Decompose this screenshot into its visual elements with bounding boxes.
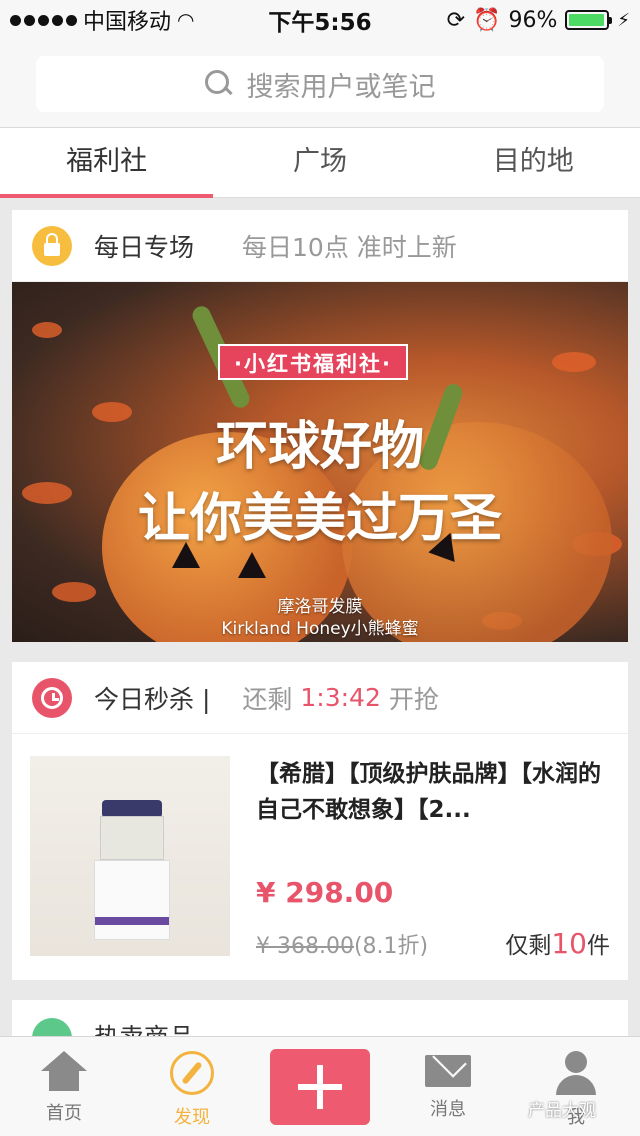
stock-remaining: 仅剩10件 [505, 926, 610, 960]
nav-home-label: 首页 [46, 1103, 82, 1124]
banner-headline-2: 让你美美过万圣 [137, 489, 502, 549]
add-post-button[interactable] [270, 1049, 370, 1125]
nav-me[interactable]: 我 [512, 1037, 640, 1136]
search-placeholder: 搜索用户或笔记 [246, 71, 436, 103]
nav-home[interactable]: 首页 [0, 1037, 128, 1136]
signal-icon [10, 14, 77, 26]
bottom-nav: 首页 发现 消息 我 [0, 1036, 640, 1136]
product-info: 【希腊】【顶级护肤品牌】【水润的自己不敢想象】【2... ¥ 298.00 ¥ … [230, 756, 610, 960]
search-bar-container: 搜索用户或笔记 [0, 40, 640, 128]
tab-square[interactable]: 广场 [213, 128, 426, 197]
nav-messages-label: 消息 [430, 1099, 466, 1120]
user-icon [554, 1051, 598, 1095]
discount-label: (8.1折) [353, 934, 429, 959]
battery-icon [565, 10, 613, 30]
flash-sale-header[interactable]: 今日秒杀 | 还剩 1:3:42 开抢 [12, 662, 628, 734]
flash-sale-title: 今日秒杀 | [94, 684, 211, 714]
stock-suffix: 件 [587, 933, 610, 959]
tab-destination[interactable]: 目的地 [427, 128, 640, 197]
status-right: ⟳ ⏰ 96% ⚡ [400, 8, 630, 33]
price-row: ¥ 368.00 (8.1折) 仅剩10件 [256, 926, 610, 960]
top-tabs: 福利社 广场 目的地 [0, 128, 640, 198]
search-icon [204, 70, 233, 98]
status-left: 中国移动 ◠ [10, 4, 240, 36]
daily-special-subtitle: 每日10点 准时上新 [242, 232, 457, 262]
daily-special-title: 每日专场 [94, 232, 195, 262]
tab-welfare[interactable]: 福利社 [0, 128, 214, 198]
daily-special-card: 每日专场 每日10点 准时上新 ·小红书福利社· 环球好物 让你美美过万圣 摩洛… [12, 210, 628, 642]
start-label: 开抢 [388, 684, 439, 714]
banner-caption-2: Kirkland Honey小熊蜂蜜 [221, 619, 419, 639]
remaining-label: 还剩 [242, 684, 293, 714]
status-time: 下午5:56 [268, 10, 372, 36]
flash-sale-product[interactable]: 【希腊】【顶级护肤品牌】【水润的自己不敢想象】【2... ¥ 298.00 ¥ … [12, 734, 628, 980]
charging-icon: ⚡ [617, 9, 630, 31]
countdown-timer: 1:3:42 [300, 683, 381, 712]
alarm-icon: ⏰ [473, 7, 501, 33]
nav-messages[interactable]: 消息 [384, 1037, 512, 1136]
watermark: 产品大观 [528, 1101, 596, 1121]
stock-count: 10 [551, 927, 587, 960]
nav-discover[interactable]: 发现 [128, 1037, 256, 1136]
plus-icon [298, 1065, 342, 1109]
compass-icon [170, 1051, 214, 1095]
flash-sale-card: 今日秒杀 | 还剩 1:3:42 开抢 【希腊】【顶级护肤品牌】【水润的自己不敢… [12, 662, 628, 980]
wifi-icon: ◠ [177, 8, 195, 32]
search-input[interactable]: 搜索用户或笔记 [36, 56, 604, 112]
product-price: ¥ 298.00 [256, 876, 394, 909]
lock-icon [32, 225, 72, 266]
banner-tag: ·小红书福利社· [218, 344, 408, 380]
rotation-lock-icon: ⟳ [446, 7, 466, 33]
mail-icon [425, 1055, 471, 1087]
daily-special-header[interactable]: 每日专场 每日10点 准时上新 [12, 210, 628, 282]
battery-percent: 96% [508, 7, 558, 33]
banner-headline-1: 环球好物 [215, 417, 424, 477]
home-icon [41, 1051, 87, 1091]
nav-discover-label: 发现 [174, 1107, 210, 1128]
hot-products-card: 热卖商品 [12, 1000, 628, 1040]
clock-icon [32, 677, 72, 718]
promo-banner[interactable]: ·小红书福利社· 环球好物 让你美美过万圣 摩洛哥发膜 Kirkland Hon… [12, 282, 628, 642]
original-price: ¥ 368.00 [256, 934, 354, 959]
carrier-label: 中国移动 [83, 10, 172, 35]
stock-prefix: 仅剩 [505, 933, 552, 959]
product-name: 【希腊】【顶级护肤品牌】【水润的自己不敢想象】【2... [256, 761, 601, 823]
status-bar: 中国移动 ◠ 下午5:56 ⟳ ⏰ 96% ⚡ [0, 0, 640, 40]
product-image [30, 756, 230, 956]
